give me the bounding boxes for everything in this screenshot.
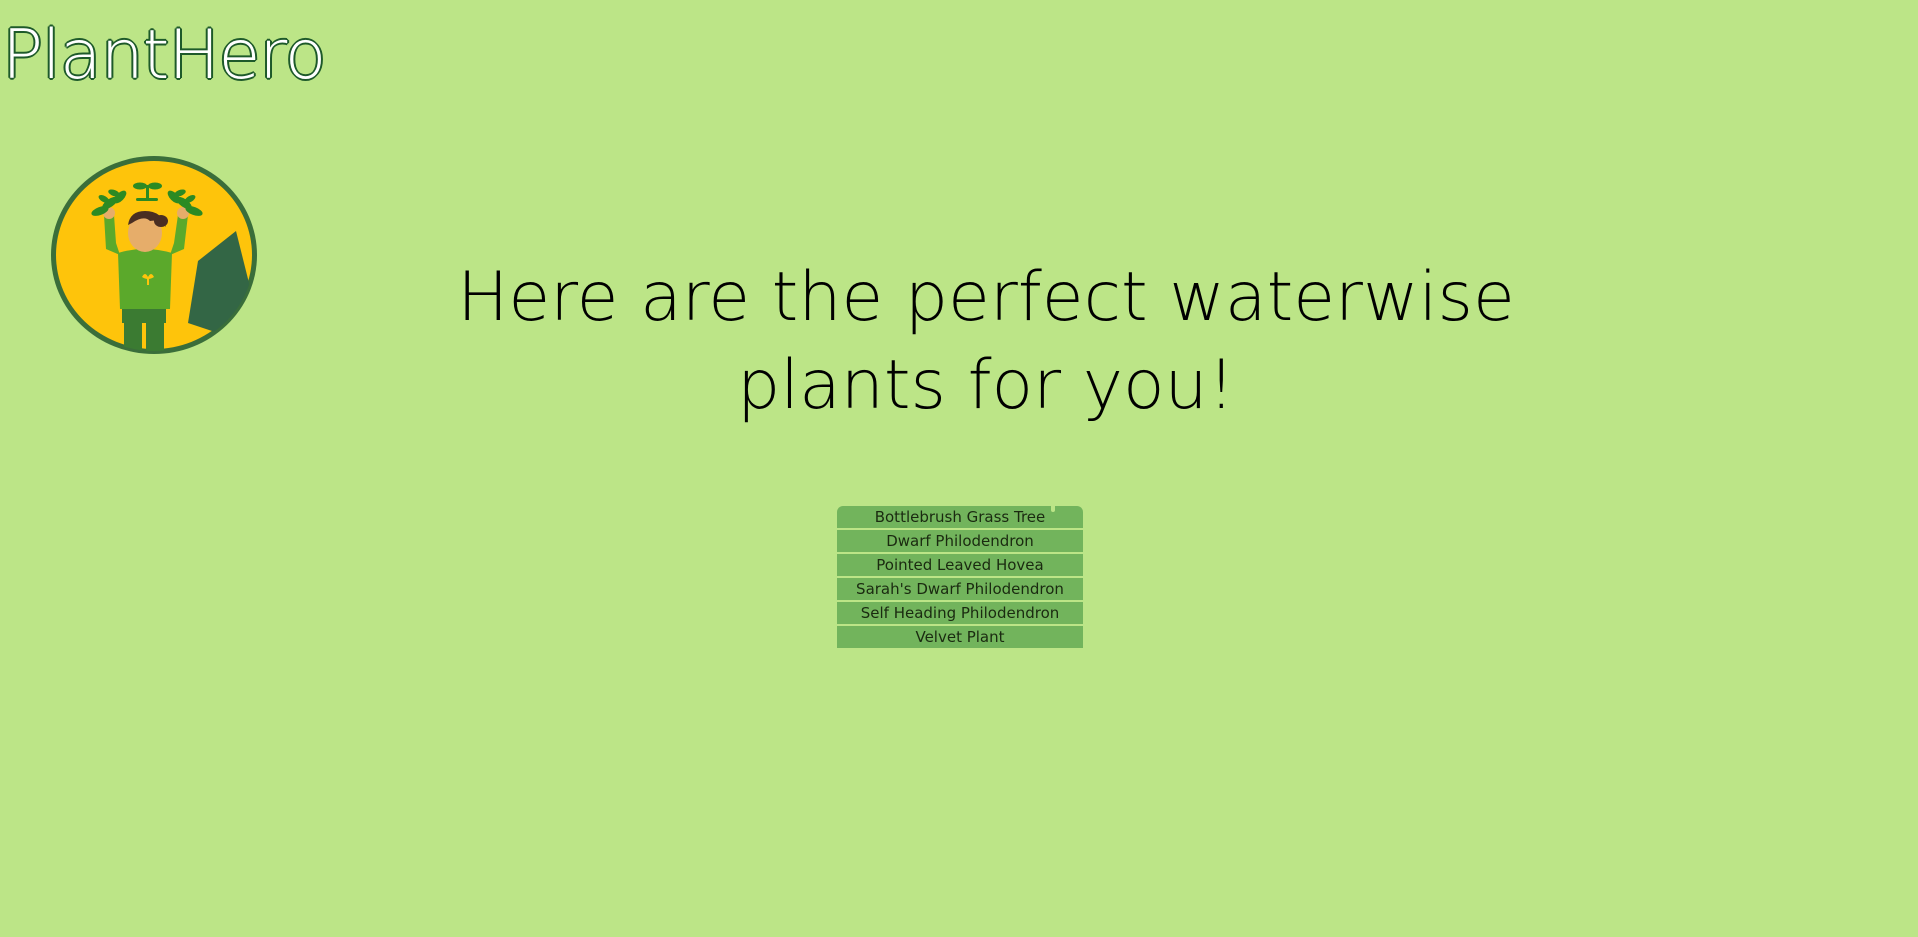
plant-item-dwarf-philodendron[interactable]: Dwarf Philodendron	[837, 530, 1083, 552]
headline-line-2: plants for you!	[737, 346, 1235, 425]
plant-item-bottlebrush-grass-tree[interactable]: Bottlebrush Grass Tree	[837, 506, 1083, 528]
page: PlantHero Here are the perfect waterwise…	[0, 0, 1918, 937]
plant-list: Bottlebrush Grass Tree Dwarf Philodendro…	[837, 506, 1083, 650]
brand-title[interactable]: PlantHero	[2, 22, 326, 90]
page-headline: Here are the perfect waterwise plants fo…	[0, 254, 1918, 430]
headline-line-1: Here are the perfect waterwise	[457, 258, 1515, 337]
plant-item-pointed-leaved-hovea[interactable]: Pointed Leaved Hovea	[837, 554, 1083, 576]
plant-item-self-heading-philodendron[interactable]: Self Heading Philodendron	[837, 602, 1083, 624]
plant-item-sarahs-dwarf-philodendron[interactable]: Sarah's Dwarf Philodendron	[837, 578, 1083, 600]
plant-item-velvet-plant[interactable]: Velvet Plant	[837, 626, 1083, 648]
